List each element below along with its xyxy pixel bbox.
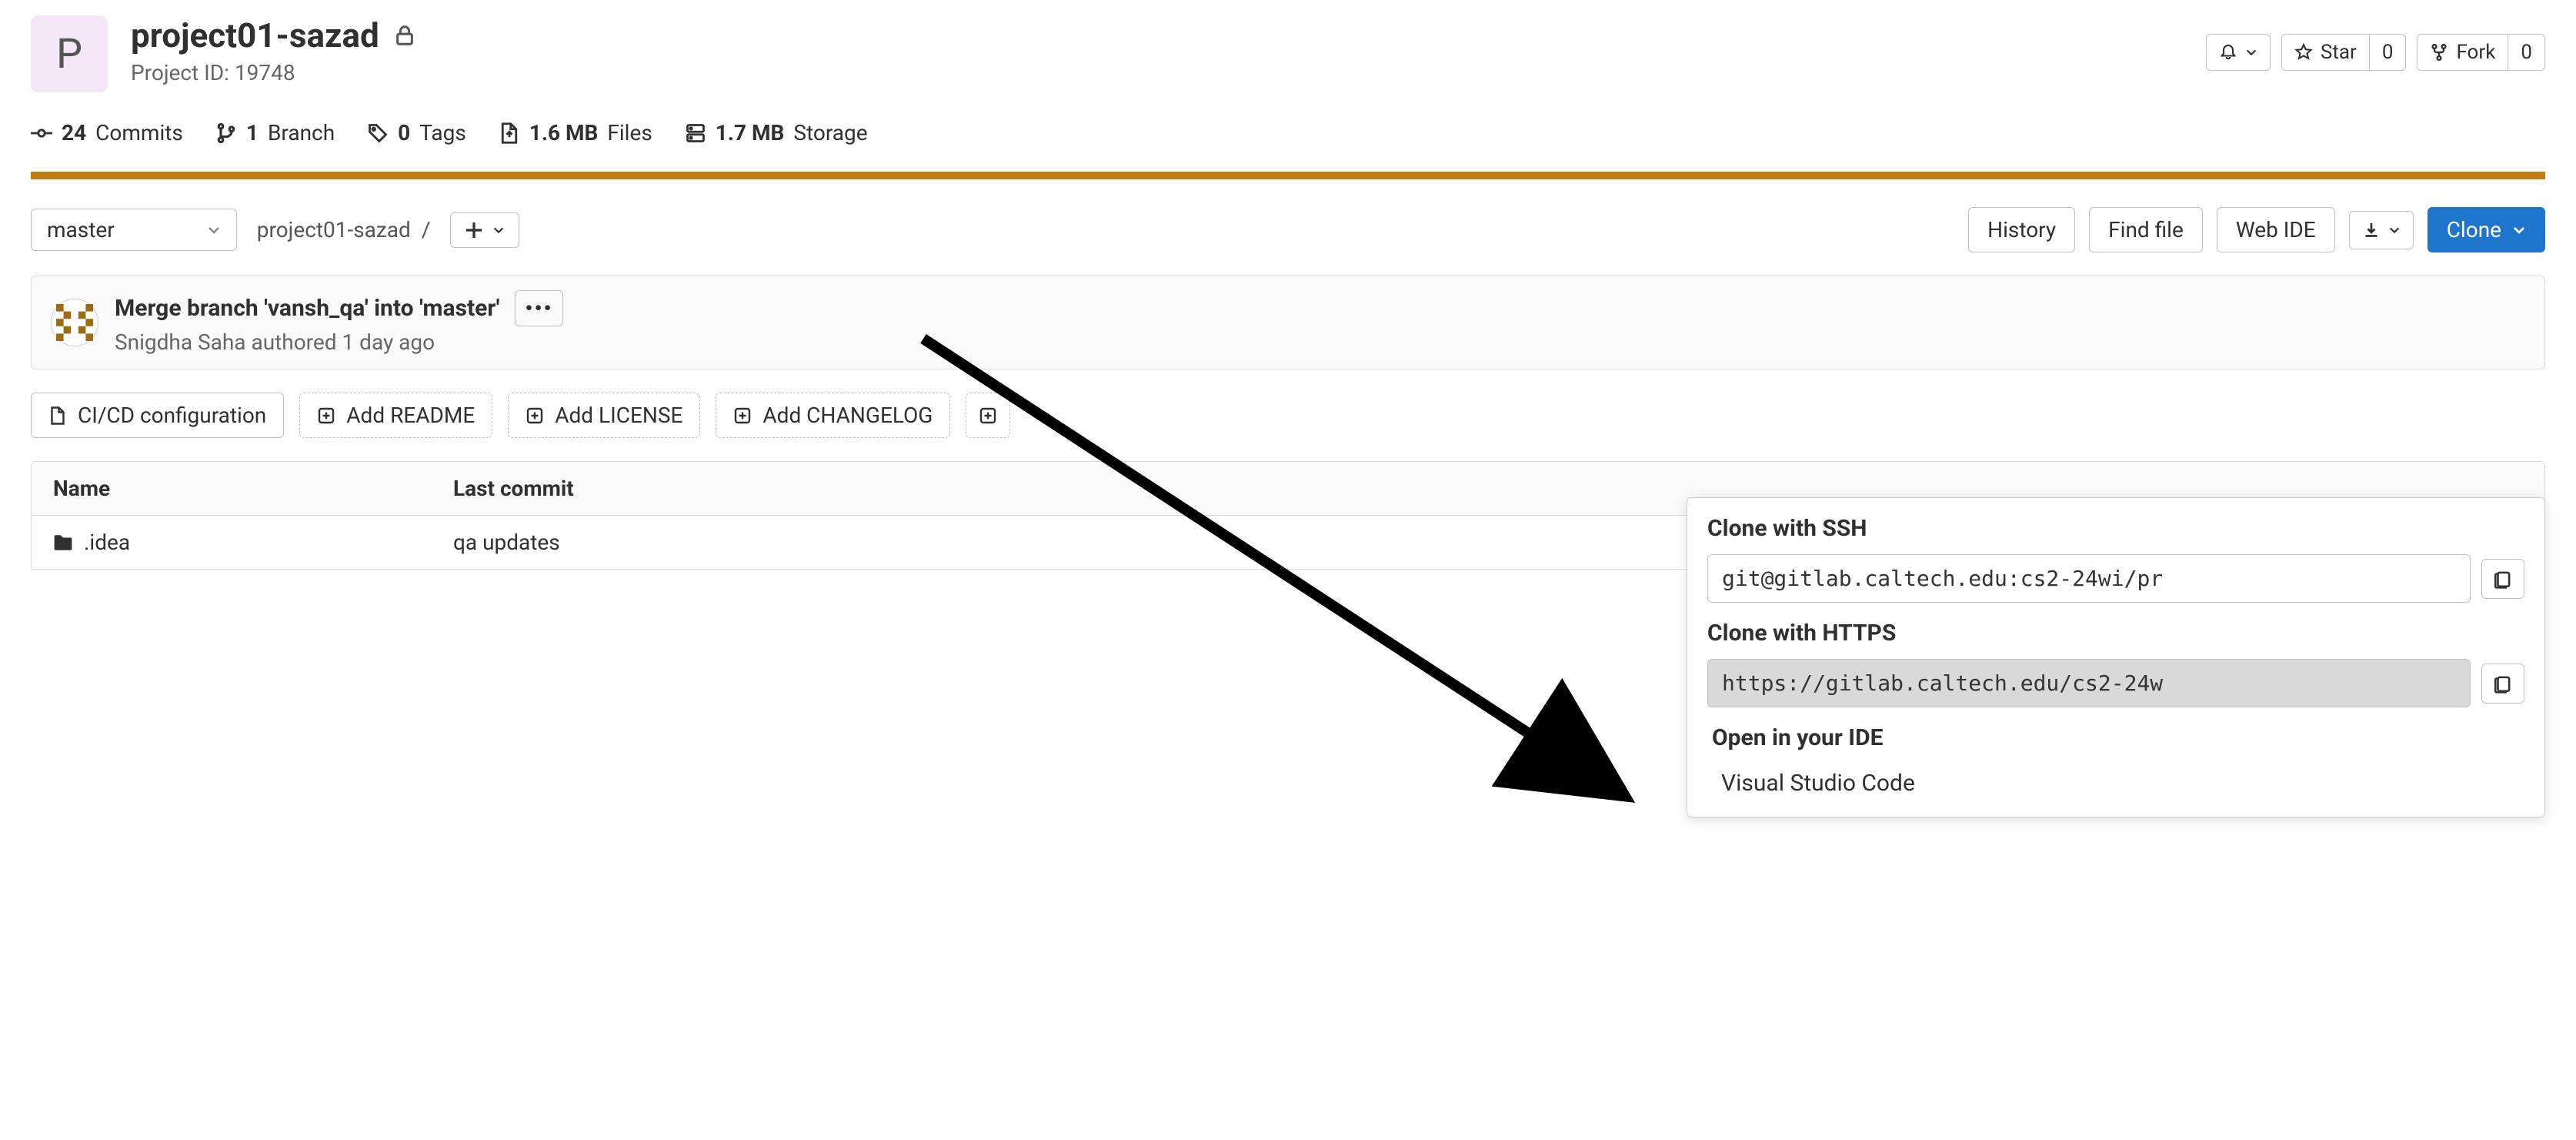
folder-icon <box>53 533 73 553</box>
clone-dropdown: Clone with SSH Clone with HTTPS Open in … <box>1687 497 2545 817</box>
lock-icon <box>393 24 416 47</box>
star-count: 0 <box>2369 35 2406 70</box>
commits-icon <box>31 122 52 144</box>
plus-box-icon <box>526 406 544 425</box>
add-changelog-button[interactable]: Add CHANGELOG <box>716 393 950 438</box>
file-icon <box>48 406 67 425</box>
clone-ssh-input[interactable] <box>1707 554 2471 603</box>
files-icon <box>499 122 520 144</box>
stat-tags[interactable]: 0Tags <box>367 120 466 145</box>
col-name: Name <box>53 476 453 501</box>
file-name-label: .idea <box>84 530 130 555</box>
project-stats: 24Commits 1Branch 0Tags 1.6 MBFiles 1.7 … <box>31 120 2545 145</box>
bell-icon <box>2219 43 2237 62</box>
project-header: P project01-sazad Project ID: 19748 Star <box>31 15 2545 92</box>
warning-bar <box>31 172 2545 179</box>
clipboard-icon <box>2493 674 2513 694</box>
stat-commits[interactable]: 24Commits <box>31 120 183 145</box>
project-avatar: P <box>31 15 108 92</box>
stat-storage[interactable]: 1.7 MBStorage <box>685 120 868 145</box>
chevron-down-icon <box>2512 223 2526 237</box>
plus-box-icon <box>979 406 997 425</box>
add-more-button[interactable] <box>966 393 1010 438</box>
add-to-tree-button[interactable] <box>450 212 519 248</box>
chevron-down-icon <box>2388 224 2401 236</box>
plus-box-icon <box>733 406 752 425</box>
chevron-down-icon <box>492 224 505 236</box>
add-readme-button[interactable]: Add README <box>299 393 492 438</box>
project-suggestions: CI/CD configuration Add README Add LICEN… <box>31 393 2545 438</box>
plus-icon <box>465 221 483 239</box>
clone-https-label: Clone with HTTPS <box>1707 620 2524 647</box>
fork-count: 0 <box>2508 35 2544 70</box>
star-icon <box>2294 43 2313 62</box>
path-breadcrumb[interactable]: project01-sazad / <box>257 217 431 242</box>
find-file-button[interactable]: Find file <box>2089 207 2203 252</box>
chevron-down-icon <box>207 223 221 237</box>
download-button[interactable] <box>2349 211 2414 249</box>
clone-label: Clone <box>2447 217 2501 242</box>
plus-box-icon <box>317 406 335 425</box>
ide-item-vscode[interactable]: Visual Studio Code <box>1707 764 2524 811</box>
identicon-avatar <box>52 299 98 346</box>
add-license-button[interactable]: Add LICENSE <box>508 393 700 438</box>
clipboard-icon <box>2493 569 2513 589</box>
breadcrumb-root: project01-sazad <box>257 217 411 242</box>
stat-files[interactable]: 1.6 MBFiles <box>499 120 652 145</box>
clone-https-input[interactable] <box>1707 659 2471 707</box>
download-icon <box>2362 221 2381 239</box>
branch-name: master <box>47 217 115 242</box>
copy-ssh-button[interactable] <box>2481 559 2524 599</box>
project-title: project01-sazad <box>131 15 379 55</box>
history-button[interactable]: History <box>1968 207 2075 252</box>
commit-meta: Snigdha Saha authored 1 day ago <box>115 329 563 355</box>
project-id: Project ID: 19748 <box>131 60 416 85</box>
storage-icon <box>685 122 706 144</box>
star-label: Star <box>2321 41 2357 64</box>
tag-icon <box>367 122 389 144</box>
star-button[interactable]: Star 0 <box>2281 34 2407 71</box>
fork-label: Fork <box>2456 41 2495 64</box>
clone-ssh-label: Clone with SSH <box>1707 515 2524 542</box>
open-ide-label: Open in your IDE <box>1712 724 2524 751</box>
fork-icon <box>2430 43 2448 62</box>
chevron-down-icon <box>2245 46 2257 59</box>
notifications-button[interactable] <box>2206 34 2271 71</box>
commit-more-button[interactable]: ••• <box>515 290 562 326</box>
commit-title[interactable]: Merge branch 'vansh_qa' into 'master' <box>115 295 499 322</box>
branch-selector[interactable]: master <box>31 209 237 251</box>
last-commit-card: Merge branch 'vansh_qa' into 'master' ••… <box>31 276 2545 369</box>
branch-icon <box>215 122 237 144</box>
clone-button[interactable]: Clone <box>2428 207 2545 252</box>
commit-author[interactable]: Snigdha Saha <box>115 329 246 355</box>
fork-button[interactable]: Fork 0 <box>2417 34 2545 71</box>
stat-branches[interactable]: 1Branch <box>215 120 335 145</box>
web-ide-button[interactable]: Web IDE <box>2217 207 2335 252</box>
copy-https-button[interactable] <box>2481 664 2524 704</box>
cicd-config-button[interactable]: CI/CD configuration <box>31 393 284 438</box>
repo-toolbar: master project01-sazad / History Find fi… <box>31 207 2545 252</box>
project-avatar-letter: P <box>56 30 82 79</box>
